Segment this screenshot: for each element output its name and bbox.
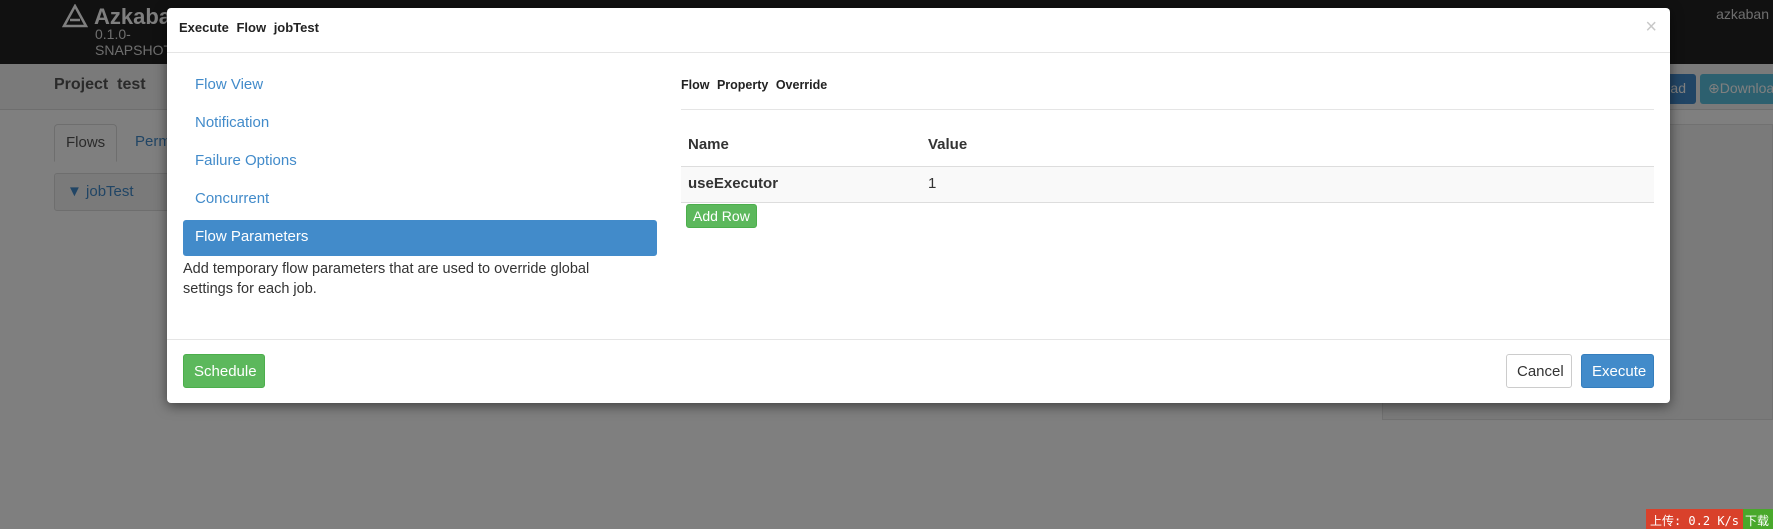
modal-title: Execute Flow jobTest <box>179 20 319 35</box>
section-divider <box>681 109 1654 110</box>
nav-flow-view[interactable]: Flow View <box>183 68 657 104</box>
download-speed: 下载 <box>1743 509 1773 529</box>
close-icon[interactable]: × <box>1645 17 1657 37</box>
execute-flow-modal: Execute Flow jobTest × Flow View Notific… <box>167 8 1670 403</box>
column-header-name: Name <box>688 136 729 153</box>
nav-failure-options[interactable]: Failure Options <box>183 144 657 180</box>
param-name-cell[interactable]: useExecutor <box>688 175 778 192</box>
param-value-cell[interactable]: 1 <box>928 175 936 192</box>
nav-flow-parameters[interactable]: Flow Parameters <box>183 220 657 256</box>
section-title: Flow Property Override <box>681 78 828 92</box>
nav-help-text: Add temporary flow parameters that are u… <box>183 261 590 297</box>
execute-button[interactable]: Execute <box>1581 354 1654 388</box>
nav-notification[interactable]: Notification <box>183 106 657 142</box>
modal-footer: Schedule Cancel Execute <box>167 339 1670 403</box>
schedule-button[interactable]: Schedule <box>183 354 265 388</box>
column-header-value: Value <box>928 136 968 153</box>
nav-concurrent[interactable]: Concurrent <box>183 182 657 218</box>
table-row[interactable]: useExecutor 1 <box>681 166 1654 203</box>
upload-speed: 上传: 0.2 K/s <box>1645 509 1743 529</box>
modal-header: Execute Flow jobTest × <box>167 8 1670 53</box>
cancel-button[interactable]: Cancel <box>1506 354 1572 388</box>
add-row-button[interactable]: Add Row <box>686 204 757 228</box>
